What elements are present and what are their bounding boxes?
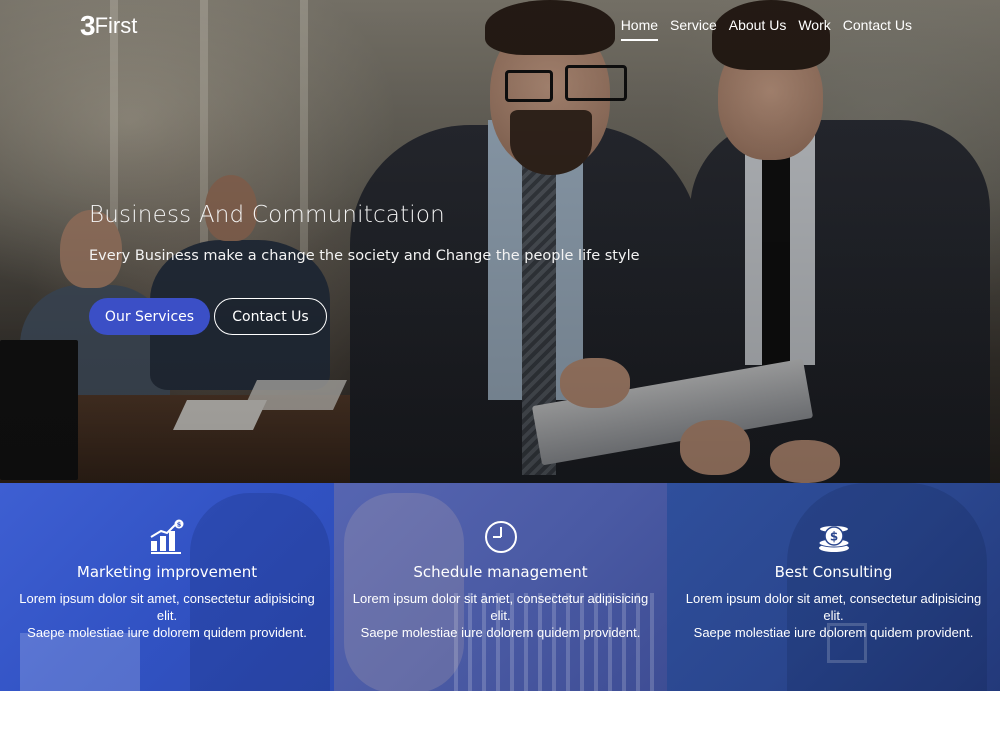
site-logo[interactable]: 3 First	[80, 10, 138, 41]
feature-text-line: Saepe molestiae iure dolorem quidem prov…	[693, 625, 974, 640]
svg-text:$: $	[829, 530, 837, 544]
coins-dollar-icon: $	[818, 526, 849, 552]
feature-title: Best Consulting	[774, 563, 893, 581]
hero-section: 3 First Home Service About Us Work Conta…	[0, 0, 1000, 483]
feature-description: Lorem ipsum dolor sit amet, consectetur …	[675, 590, 992, 641]
contact-us-button[interactable]: Contact Us	[214, 298, 327, 335]
features-section: $ Marketing improvement Lorem ipsum dolo…	[0, 483, 1000, 691]
nav-home[interactable]: Home	[615, 16, 664, 42]
hero-subtitle: Every Business make a change the society…	[89, 248, 640, 264]
feature-card-marketing: $ Marketing improvement Lorem ipsum dolo…	[0, 483, 334, 691]
feature-text-line: Lorem ipsum dolor sit amet, consectetur …	[685, 591, 982, 623]
feature-text-line: Lorem ipsum dolor sit amet, consectetur …	[19, 591, 315, 623]
feature-title: Marketing improvement	[76, 563, 258, 581]
feature-text-line: Lorem ipsum dolor sit amet, consectetur …	[352, 591, 649, 623]
main-nav: Home Service About Us Work Contact Us	[615, 16, 918, 42]
nav-work[interactable]: Work	[792, 16, 836, 42]
hero-title: Business And Communitcation	[89, 202, 445, 228]
growth-chart-icon: $	[150, 519, 184, 554]
logo-mark: 3	[80, 10, 96, 41]
feature-background	[787, 483, 987, 691]
feature-card-schedule: Schedule management Lorem ipsum dolor si…	[334, 483, 667, 691]
nav-contact-us[interactable]: Contact Us	[837, 16, 918, 42]
nav-about-us[interactable]: About Us	[723, 16, 793, 42]
feature-text-line: Saepe molestiae iure dolorem quidem prov…	[360, 625, 641, 640]
our-services-button[interactable]: Our Services	[89, 298, 210, 335]
hero-buttons: Our Services Contact Us	[89, 298, 327, 335]
feature-title: Schedule management	[413, 563, 588, 581]
svg-text:$: $	[177, 521, 182, 529]
feature-card-consulting: $ Best Consulting Lorem ipsum dolor sit …	[667, 483, 1000, 691]
feature-description: Lorem ipsum dolor sit amet, consectetur …	[8, 590, 326, 641]
nav-service[interactable]: Service	[664, 16, 723, 42]
feature-text-line: Saepe molestiae iure dolorem quidem prov…	[27, 625, 307, 640]
feature-description: Lorem ipsum dolor sit amet, consectetur …	[342, 590, 659, 641]
clock-icon	[484, 521, 517, 553]
feature-background	[20, 633, 140, 691]
hero-text: Business And Communitcation Every Busine…	[89, 202, 640, 264]
logo-text: First	[94, 13, 138, 38]
